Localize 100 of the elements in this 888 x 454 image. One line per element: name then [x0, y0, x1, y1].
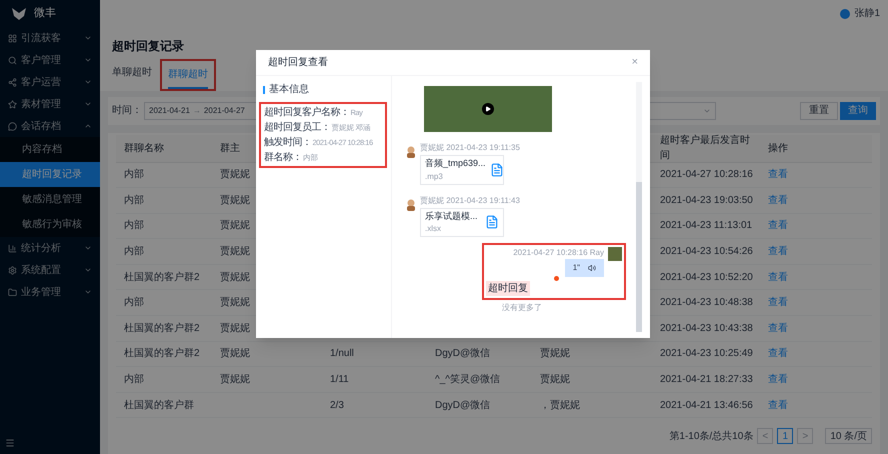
table-cell: 内部 [124, 169, 144, 180]
reset-button[interactable]: 重置 [800, 102, 838, 120]
sidebar-item[interactable]: 客户管理 [0, 49, 100, 71]
table-cell: 贾妮妮 [220, 220, 250, 232]
table-cell: 贾妮妮 [220, 272, 250, 283]
tab[interactable]: 单聊超时 [112, 60, 152, 86]
speaker-icon [588, 264, 596, 272]
table-cell: 贾妮妮 [220, 322, 250, 334]
column-header: 群主 [220, 142, 240, 154]
chevron-down-icon [84, 34, 92, 42]
table-cell: 2021-04-23 11:13:01 [660, 220, 752, 232]
table-cell: 2021-04-27 10:28:16 [660, 169, 753, 180]
chevron-up-icon [84, 122, 92, 130]
logo-text: 微丰 [34, 6, 56, 22]
table-cell: 贾妮妮 [220, 169, 250, 180]
page-button[interactable]: 1 [777, 428, 794, 444]
grid-icon [8, 34, 17, 42]
table-cell: 2021-04-21 13:46:56 [660, 400, 753, 411]
file-icon [485, 215, 499, 230]
chevron-down-icon [84, 56, 92, 64]
view-link[interactable]: 查看 [768, 322, 788, 334]
view-link[interactable]: 查看 [768, 272, 788, 283]
table-cell: 杜国翼的客户群2 [124, 348, 200, 360]
prev-page-button[interactable]: < [757, 428, 774, 444]
table-cell: 2021-04-21 18:27:33 [660, 374, 753, 386]
table-cell: 2021-04-23 19:03:50 [660, 194, 753, 206]
sender-name: Ray [590, 248, 604, 257]
message-time: 2021-04-23 19:11:35 [446, 143, 520, 152]
search-icon [8, 56, 17, 64]
modal-title: 超时回复查看 [268, 56, 328, 70]
view-link[interactable]: 查看 [768, 348, 788, 360]
view-link[interactable]: 查看 [768, 169, 788, 180]
file-extension: .mp3 [425, 170, 444, 182]
column-header: 群聊名称 [124, 142, 164, 154]
tab[interactable]: 群聊超时 [168, 62, 208, 88]
column-header: 超时客户最后发言时间 [660, 135, 750, 161]
table-cell: 贾妮妮 [220, 297, 250, 308]
table-cell: 贾妮妮 [540, 374, 570, 386]
sidebar-item[interactable]: 统计分析 [0, 237, 100, 259]
end-note: 没有更多了 [502, 302, 543, 314]
sidebar-item[interactable]: 素材管理 [0, 93, 100, 115]
table-cell: 2021-04-23 10:25:49 [660, 348, 753, 360]
pagination-summary: 第1-10条/总共10条 [669, 430, 754, 444]
table-cell: 杜国翼的客户群2 [124, 322, 200, 334]
close-button[interactable]: × [632, 54, 638, 71]
sidebar-subitem[interactable]: 敏感消息管理 [0, 187, 100, 212]
table-cell: 2/3 [330, 400, 344, 411]
info-label: 群名称： [264, 152, 302, 163]
view-link[interactable]: 查看 [768, 194, 788, 206]
chevron-down-icon [84, 244, 92, 252]
table-cell: 贾妮妮 [220, 374, 250, 386]
sidebar-item[interactable]: 业务管理 [0, 281, 100, 303]
sender-name: 贾妮妮 [420, 143, 444, 152]
info-label: 触发时间： [264, 137, 312, 148]
file-icon [490, 162, 504, 177]
user-name[interactable]: 张静1 [854, 6, 880, 21]
file-extension: .xlsx [425, 223, 442, 235]
table-cell: 2021-04-23 10:43:38 [660, 322, 753, 334]
page-title: 超时回复记录 [112, 38, 185, 55]
search-button[interactable]: 查询 [840, 102, 876, 120]
logo-icon [12, 8, 26, 20]
bar-chart-icon [8, 244, 17, 252]
sidebar-item[interactable]: 引流获客 [0, 27, 100, 49]
voice-bubble[interactable]: 1" [564, 259, 604, 277]
table-cell: 内部 [124, 297, 144, 308]
table-cell: 贾妮妮 [540, 348, 570, 360]
view-link[interactable]: 查看 [768, 246, 788, 258]
chevron-down-icon [84, 100, 92, 108]
table-cell: 杜国翼的客户群2 [124, 272, 200, 283]
file-name: 乐享试题模... [425, 210, 479, 222]
view-link[interactable]: 查看 [768, 374, 788, 386]
file-card[interactable]: 乐享试题模... .xlsx [420, 208, 504, 237]
table-cell: 2021-04-23 10:54:26 [660, 246, 753, 258]
video-thumbnail[interactable] [424, 86, 552, 132]
next-page-button[interactable]: > [797, 428, 814, 444]
person-avatar-icon [406, 198, 416, 210]
table-cell: 内部 [124, 194, 144, 206]
filter-label: 时间： [112, 104, 142, 118]
sidebar-item[interactable]: 会话存档 [0, 115, 100, 137]
view-link[interactable]: 查看 [768, 400, 788, 411]
sidebar-item[interactable]: 客户运营 [0, 71, 100, 93]
sidebar-subitem[interactable]: 超时回复记录 [0, 162, 100, 187]
view-link[interactable]: 查看 [768, 297, 788, 308]
view-link[interactable]: 查看 [768, 220, 788, 232]
table-cell: 内部 [124, 374, 144, 386]
file-name: 音频_tmp639... [425, 157, 486, 170]
message-time: 2021-04-23 19:11:43 [446, 196, 520, 204]
sidebar-subitem[interactable]: 内容存档 [0, 137, 100, 162]
sidebar-subitem[interactable]: 敏感行为审核 [0, 212, 100, 237]
menu-icon[interactable] [5, 438, 15, 448]
page-size-select[interactable]: 10 条/页 [825, 428, 872, 444]
file-card[interactable]: 音频_tmp639... .mp3 [420, 155, 504, 184]
timeout-tag: 超时回复 [486, 281, 530, 296]
sidebar-item[interactable]: 系统配置 [0, 259, 100, 281]
play-icon [482, 103, 494, 115]
scrollbar[interactable] [636, 82, 642, 332]
chat-icon [8, 122, 17, 130]
user-avatar[interactable] [840, 8, 850, 18]
column-header: 操作 [768, 142, 788, 154]
table-cell: 内部 [124, 246, 144, 258]
